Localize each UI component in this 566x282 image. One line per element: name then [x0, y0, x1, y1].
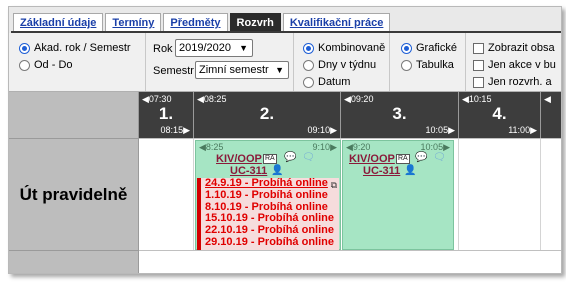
radio-tabulka-label: Tabulka	[416, 59, 454, 71]
tab-rozvrh[interactable]: Rozvrh	[229, 13, 281, 31]
radio-graficke[interactable]: Grafické	[401, 42, 457, 54]
row-label-next	[9, 250, 139, 273]
speech-bubble-icon[interactable]: 💬	[284, 153, 296, 163]
slot-end: 09:10▶	[307, 125, 337, 135]
person-icon[interactable]: 👤	[271, 166, 283, 176]
slot-header-1: ◀07:30 1. 08:15▶	[139, 92, 194, 138]
chevron-down-icon: ▼	[275, 65, 284, 75]
room-link[interactable]: UC-311	[363, 165, 400, 177]
empty-cell	[459, 138, 541, 250]
grid-corner	[9, 92, 139, 138]
app-frame: Základní údaje Termíny Předměty Rozvrh K…	[8, 6, 562, 274]
tab-zakladni-udaje[interactable]: Základní údaje	[13, 13, 104, 31]
slot-end: 08:15▶	[160, 125, 190, 135]
checkbox-jen-akce[interactable]: Jen akce v bu	[473, 59, 556, 71]
external-link-icon[interactable]: ⧉	[331, 180, 337, 191]
checkbox-zobrazit-obsah-label: Zobrazit obsa	[488, 42, 555, 54]
slot-end: 11:00▶	[508, 125, 537, 135]
radio-akad-rok-label: Akad. rok / Semestr	[34, 42, 131, 54]
person-icon[interactable]: 👤	[404, 166, 416, 176]
slot-number: 3.	[392, 104, 407, 123]
checkbox-icon	[473, 76, 484, 88]
slot-header-3: ◀09:20 3. 10:05▶	[341, 92, 459, 138]
slot-header-4: ◀10:15 4. 11:00▶	[459, 92, 541, 138]
radio-kombinovane-label: Kombinovaně	[318, 42, 386, 54]
room-link[interactable]: UC-311	[230, 165, 267, 177]
radio-selected-icon	[303, 42, 314, 54]
event-kiv-oop-slot-2[interactable]: ◀8:25 9:10▶ KIV/OOP RA 💬 🗨 UC-311 👤 ⧉ 24…	[195, 140, 341, 250]
options-group: Zobrazit obsa Jen akce v bu Jen rozvrh. …	[465, 33, 561, 91]
row-label-ut-pravidelne: Út pravidelně	[9, 138, 139, 250]
slot-number: 1.	[158, 104, 174, 123]
format-group: Grafické Tabulka	[389, 33, 466, 91]
speech-bubble-icon[interactable]: 💬	[415, 153, 427, 163]
slot-start: ◀	[544, 94, 551, 104]
radio-datum[interactable]: Datum	[303, 76, 350, 88]
semestr-select-value: Zimní semestr	[199, 64, 269, 76]
period-group: Akad. rok / Semestr Od - Do	[9, 33, 146, 91]
checkbox-jen-rozvrh[interactable]: Jen rozvrh. a	[473, 76, 552, 88]
event-start-time: ◀9:20	[346, 142, 371, 152]
rok-select[interactable]: 2019/2020 ▼	[175, 39, 253, 57]
radio-dny-v-tydnu-label: Dny v týdnu	[318, 59, 377, 71]
checkbox-icon	[473, 42, 484, 54]
event-kiv-oop-slot-3[interactable]: ◀9:20 10:05▶ KIV/OOP RA 💬 🗨 UC-311 👤	[342, 140, 454, 250]
rok-label: Rok	[153, 43, 173, 55]
radio-datum-label: Datum	[318, 76, 351, 88]
chevron-down-icon: ▼	[239, 43, 248, 53]
event-end-time: 9:10▶	[312, 142, 337, 152]
tab-kvalifikacni-prace[interactable]: Kvalifikační práce	[282, 13, 391, 31]
empty-cell	[139, 138, 194, 250]
slot-number: 4.	[492, 104, 507, 123]
radio-graficke-label: Grafické	[416, 42, 457, 54]
semestr-label: Semestr	[153, 65, 194, 77]
event-start-time: ◀8:25	[199, 142, 224, 152]
slot-number: 2.	[259, 104, 275, 123]
online-session-list: ⧉ 24.9.19 - Probíhá online 1.10.19 - Pro…	[197, 177, 339, 250]
chat-bubble-icon[interactable]: 🗨	[433, 153, 446, 163]
radio-empty-icon	[303, 76, 314, 88]
slot-header-5: ◀	[541, 92, 561, 138]
tab-bar: Základní údaje Termíny Předměty Rozvrh K…	[13, 13, 392, 31]
slot-header-2: ◀08:25 2. 09:10▶	[194, 92, 341, 138]
rok-select-value: 2019/2020	[179, 42, 231, 54]
chat-bubble-icon[interactable]: 🗨	[302, 153, 315, 163]
course-link[interactable]: KIV/OOP	[349, 153, 395, 165]
radio-selected-icon	[401, 42, 412, 54]
online-session-item: 29.10.19 - Probíhá online	[205, 235, 334, 248]
empty-cell	[541, 138, 561, 250]
checkbox-zobrazit-obsah[interactable]: Zobrazit obsa	[473, 42, 555, 54]
view-group: Kombinovaně Dny v týdnu Datum	[293, 33, 390, 91]
checkbox-jen-akce-label: Jen akce v bu	[488, 59, 556, 71]
radio-dny-v-tydnu[interactable]: Dny v týdnu	[303, 59, 376, 71]
radio-od-do[interactable]: Od - Do	[19, 59, 73, 71]
slot-end: 10:05▶	[425, 125, 455, 135]
schedule-grid: ◀07:30 1. 08:15▶ ◀08:25 2. 09:10▶ ◀09:20…	[9, 92, 561, 273]
semestr-select[interactable]: Zimní semestr ▼	[195, 61, 289, 79]
radio-empty-icon	[401, 59, 412, 71]
radio-empty-icon	[19, 59, 30, 71]
online-session-item: 1.10.19 - Probíhá online	[205, 188, 328, 201]
radio-selected-icon	[19, 42, 30, 54]
checkbox-jen-rozvrh-label: Jen rozvrh. a	[488, 76, 552, 88]
course-link[interactable]: KIV/OOP	[216, 153, 262, 165]
ra-badge: RA	[396, 154, 410, 164]
radio-akad-rok[interactable]: Akad. rok / Semestr	[19, 42, 131, 54]
checkbox-icon	[473, 59, 484, 71]
ra-badge: RA	[263, 154, 277, 164]
radio-tabulka[interactable]: Tabulka	[401, 59, 454, 71]
radio-empty-icon	[303, 59, 314, 71]
tab-terminy[interactable]: Termíny	[105, 13, 162, 31]
radio-od-do-label: Od - Do	[34, 59, 73, 71]
term-group: Rok 2019/2020 ▼ Semestr Zimní semestr ▼	[145, 33, 294, 91]
tab-predmety[interactable]: Předměty	[163, 13, 228, 31]
empty-cell	[139, 250, 561, 273]
filter-panel: Akad. rok / Semestr Od - Do Rok 2019/202…	[9, 33, 561, 92]
radio-kombinovane[interactable]: Kombinovaně	[303, 42, 385, 54]
